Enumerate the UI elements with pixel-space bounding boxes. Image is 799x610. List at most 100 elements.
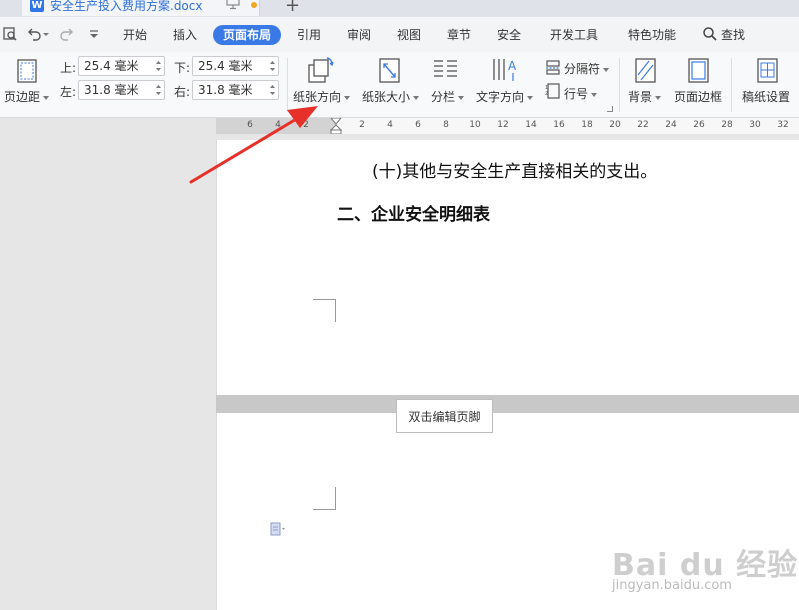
new-tab-plus-icon[interactable]: + — [285, 0, 300, 16]
margin-bottom-input[interactable]: 25.4 毫米 — [192, 56, 279, 76]
redo-icon[interactable] — [59, 26, 75, 42]
ruler-tick-label: 22 — [637, 120, 649, 130]
ruler-tick-label: 6 — [247, 120, 253, 130]
text-direction-icon[interactable]: A — [490, 56, 518, 84]
page-orientation-button[interactable]: 纸张方向 — [293, 88, 351, 105]
menu-chapter[interactable]: 章节 — [440, 25, 478, 45]
edit-footer-tooltip[interactable]: 双击编辑页脚 — [396, 399, 493, 433]
separator-icon[interactable] — [545, 59, 561, 75]
menu-security[interactable]: 安全 — [490, 25, 528, 45]
svg-text:2: 2 — [545, 91, 548, 97]
line-number-label: 行号 — [564, 87, 589, 101]
ruler-tick-label: 28 — [721, 120, 733, 130]
svg-text:A: A — [508, 59, 517, 73]
margin-right-input[interactable]: 31.8 毫米 — [192, 80, 279, 100]
grid-paper-icon[interactable] — [755, 57, 781, 85]
margin-right-spinner-icon[interactable] — [269, 83, 276, 97]
ruler-tick-label: 4 — [387, 120, 393, 130]
margin-left-spinner-icon[interactable] — [155, 83, 162, 97]
indent-marker-icon[interactable] — [330, 118, 342, 134]
text-direction-button[interactable]: 文字方向 — [476, 88, 534, 105]
page-background-label: 背景 — [628, 90, 653, 104]
ruler-tick-label: 24 — [665, 120, 677, 130]
columns-icon[interactable] — [432, 58, 460, 82]
paper-size-icon[interactable] — [377, 57, 403, 85]
separator-label: 分隔符 — [564, 62, 601, 76]
ribbon-separator — [731, 58, 732, 112]
ruler-tick-label: 26 — [693, 120, 705, 130]
ribbon-separator — [287, 58, 288, 112]
grid-paper-settings-button[interactable]: 稿纸设置 — [742, 88, 790, 105]
unsaved-indicator-dot — [251, 2, 257, 8]
page-background-icon[interactable] — [633, 57, 659, 85]
body-text-line[interactable]: (十)其他与安全生产直接相关的支出。 — [372, 157, 657, 182]
ruler-tick-label: 2 — [359, 120, 365, 130]
margins-button[interactable]: 页边距 — [4, 88, 50, 105]
margins-button-label: 页边距 — [4, 90, 41, 104]
margin-bottom-value: 25.4 毫米 — [198, 59, 253, 73]
page-background-button[interactable]: 背景 — [628, 88, 662, 105]
margin-left-label: 左: — [60, 85, 77, 99]
margins-icon[interactable] — [16, 58, 38, 84]
undo-dropdown-icon[interactable] — [42, 26, 50, 42]
undo-icon[interactable] — [26, 26, 42, 42]
ribbon-page-layout: 页边距 上: 25.4 毫米 下: 25.4 毫米 左: 31.8 毫米 右: … — [0, 52, 799, 118]
menu-view[interactable]: 视图 — [390, 25, 428, 45]
print-preview-icon[interactable] — [2, 26, 18, 42]
page-border-icon[interactable] — [686, 57, 712, 85]
tab-monitor-icon[interactable] — [226, 0, 240, 10]
page-border-button[interactable]: 页面边框 — [674, 88, 722, 105]
menu-bar: 开始 插入 页面布局 引用 审阅 视图 章节 安全 开发工具 特色功能 查找 — [0, 17, 799, 52]
line-number-button[interactable]: 行号 — [564, 85, 598, 102]
title-bar: W 安全生产投入费用方案.docx + — [0, 0, 799, 17]
paper-size-button[interactable]: 纸张大小 — [362, 88, 420, 105]
page-orientation-label: 纸张方向 — [293, 90, 342, 104]
menu-home[interactable]: 开始 — [116, 25, 154, 45]
ruler-tick-label: 20 — [609, 120, 621, 130]
margin-top-value: 25.4 毫米 — [84, 59, 139, 73]
paper-size-label: 纸张大小 — [362, 90, 411, 104]
text-direction-label: 文字方向 — [476, 90, 525, 104]
separator-button[interactable]: 分隔符 — [564, 60, 610, 77]
writer-doc-icon: W — [30, 0, 44, 12]
ruler-tick-label: 10 — [469, 120, 481, 130]
menu-search[interactable]: 查找 — [718, 25, 748, 45]
menu-page-layout[interactable]: 页面布局 — [213, 25, 281, 45]
menu-insert[interactable]: 插入 — [166, 25, 204, 45]
document-tab[interactable]: W 安全生产投入费用方案.docx — [22, 0, 260, 16]
menu-review[interactable]: 审阅 — [340, 25, 378, 45]
document-tab-title: 安全生产投入费用方案.docx — [50, 0, 203, 13]
margin-right-value: 31.8 毫米 — [198, 83, 253, 97]
margin-left-input[interactable]: 31.8 毫米 — [78, 80, 165, 100]
ruler-tick-label: 16 — [553, 120, 565, 130]
menu-developer-tools[interactable]: 开发工具 — [542, 25, 606, 45]
margin-right-label: 右: — [174, 85, 191, 99]
text-boundary-corner-mark — [313, 487, 336, 510]
paragraph-layout-icon[interactable] — [270, 522, 288, 536]
ruler-tick-label: 8 — [443, 120, 449, 130]
section-heading[interactable]: 二、企业安全明细表 — [337, 200, 490, 225]
ribbon-separator — [619, 58, 620, 112]
horizontal-ruler[interactable]: 6 4 2 2 4 6 8 10 12 14 16 18 20 22 24 26… — [0, 118, 799, 134]
margin-top-label: 上: — [60, 61, 77, 75]
line-number-icon[interactable]: 12 — [545, 83, 561, 99]
page-orientation-icon[interactable] — [306, 56, 334, 84]
ruler-tick-label: 2 — [303, 120, 309, 130]
ruler-tick-label: 4 — [275, 120, 281, 130]
page-break-gap — [216, 395, 799, 413]
ruler-tick-label: 18 — [581, 120, 593, 130]
margin-top-spinner-icon[interactable] — [155, 59, 162, 73]
margin-bottom-label: 下: — [174, 61, 191, 75]
search-icon[interactable] — [702, 26, 718, 42]
columns-button[interactable]: 分栏 — [431, 88, 465, 105]
margin-bottom-spinner-icon[interactable] — [269, 59, 276, 73]
menu-special-features[interactable]: 特色功能 — [620, 25, 684, 45]
page-setup-launcher-icon[interactable] — [607, 106, 613, 112]
ruler-tick-label: 32 — [777, 120, 789, 130]
margin-left-value: 31.8 毫米 — [84, 83, 139, 97]
margin-top-input[interactable]: 25.4 毫米 — [78, 56, 165, 76]
columns-label: 分栏 — [431, 90, 456, 104]
customize-toolbar-icon[interactable] — [86, 26, 102, 42]
ruler-tick-label: 14 — [525, 120, 537, 130]
menu-references[interactable]: 引用 — [290, 25, 328, 45]
